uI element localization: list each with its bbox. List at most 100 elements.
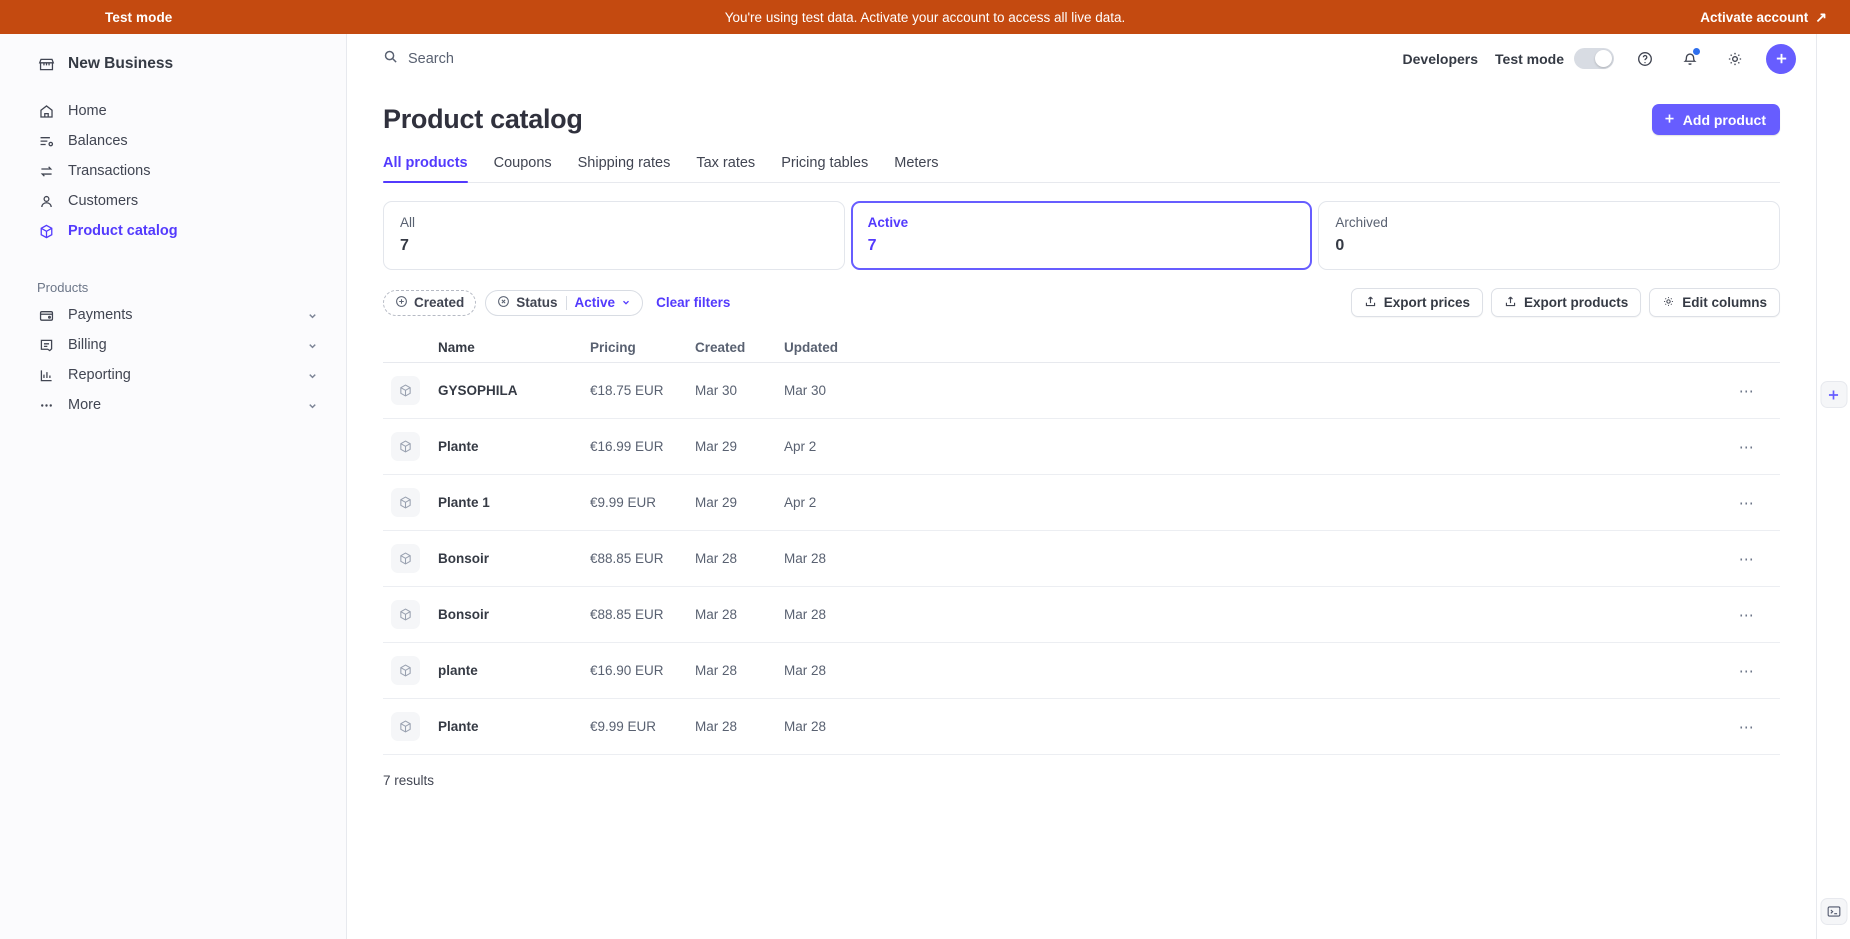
sidebar-item-product-catalog[interactable]: Product catalog — [14, 216, 332, 246]
row-icon-cell — [383, 600, 438, 629]
row-actions-cell: ⋯ — [904, 434, 1780, 460]
tab-coupons[interactable]: Coupons — [494, 155, 552, 182]
product-box-icon — [391, 376, 420, 405]
edit-columns-label: Edit columns — [1682, 295, 1767, 310]
table-row[interactable]: Plante €16.99 EUR Mar 29 Apr 2 ⋯ — [383, 419, 1780, 475]
row-created: Mar 29 — [695, 439, 738, 454]
help-circle-icon[interactable] — [1631, 45, 1659, 73]
sidebar-item-home[interactable]: Home — [14, 96, 332, 126]
overflow-menu-icon[interactable]: ⋯ — [1734, 378, 1760, 404]
table-row[interactable]: Bonsoir €88.85 EUR Mar 28 Mar 28 ⋯ — [383, 587, 1780, 643]
chevron-down-icon — [307, 310, 318, 321]
overflow-menu-icon[interactable]: ⋯ — [1734, 434, 1760, 460]
sidebar-item-more[interactable]: More — [14, 390, 332, 420]
table-row[interactable]: plante €16.90 EUR Mar 28 Mar 28 ⋯ — [383, 643, 1780, 699]
sidebar-item-balances[interactable]: Balances — [14, 126, 332, 156]
export-products-button[interactable]: Export products — [1490, 288, 1642, 317]
tab-all-products[interactable]: All products — [383, 155, 468, 183]
overflow-menu-icon[interactable]: ⋯ — [1734, 602, 1760, 628]
overflow-menu-icon[interactable]: ⋯ — [1734, 546, 1760, 572]
add-product-button[interactable]: Add product — [1651, 104, 1780, 135]
tab-bar: All products Coupons Shipping rates Tax … — [383, 155, 1780, 183]
status-card-row: All 7 Active 7 Archived 0 — [383, 201, 1781, 270]
table-row[interactable]: Bonsoir €88.85 EUR Mar 28 Mar 28 ⋯ — [383, 531, 1780, 587]
row-icon-cell — [383, 432, 438, 461]
table-actions: Export prices Export products Edit colum… — [1350, 288, 1780, 317]
table-row[interactable]: Plante €9.99 EUR Mar 28 Mar 28 ⋯ — [383, 699, 1780, 755]
sidebar-item-reporting[interactable]: Reporting — [14, 360, 332, 390]
row-updated: Apr 2 — [784, 495, 817, 510]
sidebar-label-payments: Payments — [68, 307, 133, 323]
sidebar-item-payments[interactable]: Payments — [14, 300, 332, 330]
bell-icon[interactable] — [1676, 45, 1704, 73]
tab-shipping-rates[interactable]: Shipping rates — [578, 155, 671, 182]
notification-badge — [1693, 47, 1700, 55]
row-pricing: €16.90 EUR — [590, 663, 664, 678]
test-mode-toggle[interactable] — [1574, 48, 1614, 69]
product-box-icon — [391, 432, 420, 461]
sidebar-item-billing[interactable]: Billing — [14, 330, 332, 360]
activate-account-link[interactable]: Activate account ↗ — [1700, 10, 1827, 25]
filter-status-chip[interactable]: Status Active — [485, 289, 644, 316]
export-prices-button[interactable]: Export prices — [1350, 288, 1483, 317]
sidebar-item-customers[interactable]: Customers — [14, 186, 332, 216]
row-updated: Apr 2 — [784, 439, 817, 454]
table-row[interactable]: GYSOPHILA €18.75 EUR Mar 30 Mar 30 ⋯ — [383, 363, 1780, 419]
filter-status-value: Active — [574, 295, 616, 310]
terminal-icon — [1827, 906, 1840, 917]
row-name: GYSOPHILA — [438, 383, 518, 398]
row-pricing: €88.85 EUR — [590, 607, 664, 622]
product-box-icon — [391, 712, 420, 741]
plus-circle-icon — [395, 295, 408, 311]
status-card-all[interactable]: All 7 — [383, 201, 845, 270]
row-actions-cell: ⋯ — [904, 602, 1780, 628]
sidebar-item-transactions[interactable]: Transactions — [14, 156, 332, 186]
row-pricing: €9.99 EUR — [590, 719, 657, 734]
rail-add-button[interactable] — [1820, 381, 1847, 408]
edit-columns-button[interactable]: Edit columns — [1649, 288, 1780, 317]
clear-filters-button[interactable]: Clear filters — [656, 295, 730, 310]
chip-divider — [565, 295, 567, 310]
test-mode-toggle-group: Test mode — [1495, 48, 1614, 69]
chevron-down-icon — [307, 400, 318, 411]
column-header-updated: Updated — [784, 340, 838, 355]
arrow-up-right-icon: ↗ — [1815, 9, 1827, 25]
product-box-icon — [391, 544, 420, 573]
row-created: Mar 28 — [695, 663, 738, 678]
overflow-menu-icon[interactable]: ⋯ — [1734, 658, 1760, 684]
row-created: Mar 28 — [695, 607, 738, 622]
tab-tax-rates[interactable]: Tax rates — [696, 155, 755, 182]
x-circle-icon — [497, 295, 510, 311]
status-card-archived[interactable]: Archived 0 — [1318, 201, 1781, 270]
balances-icon — [37, 132, 55, 150]
create-new-button[interactable] — [1766, 43, 1796, 74]
row-actions-cell: ⋯ — [904, 658, 1780, 684]
primary-nav: Home Balances Transactions Customers Pro… — [0, 96, 346, 420]
toggle-knob — [1595, 50, 1612, 67]
chevron-down-icon — [307, 340, 318, 351]
tab-meters[interactable]: Meters — [894, 155, 938, 182]
product-box-icon — [391, 656, 420, 685]
status-card-active[interactable]: Active 7 — [850, 201, 1313, 270]
column-header-pricing: Pricing — [590, 340, 636, 355]
search-input[interactable]: Search — [383, 49, 1403, 68]
overflow-menu-icon[interactable]: ⋯ — [1734, 490, 1760, 516]
status-card-active-value: 7 — [867, 237, 877, 254]
test-mode-banner: Test mode You're using test data. Activa… — [0, 0, 1850, 34]
business-switcher[interactable]: New Business — [14, 46, 332, 82]
row-updated: Mar 28 — [784, 719, 827, 734]
test-mode-message: You're using test data. Activate your ac… — [724, 9, 1126, 25]
tab-pricing-tables[interactable]: Pricing tables — [781, 155, 868, 182]
gear-icon[interactable] — [1721, 45, 1749, 73]
filter-created-chip[interactable]: Created — [383, 289, 477, 316]
test-mode-toggle-label: Test mode — [1495, 50, 1564, 67]
rail-terminal-button[interactable] — [1820, 898, 1847, 925]
product-box-icon — [391, 488, 420, 517]
table-header-row: Name Pricing Created Updated — [383, 333, 1780, 363]
more-dots-icon — [37, 396, 55, 414]
overflow-menu-icon[interactable]: ⋯ — [1734, 714, 1760, 740]
row-icon-cell — [383, 656, 438, 685]
row-actions-cell: ⋯ — [904, 378, 1780, 404]
developers-link[interactable]: Developers — [1403, 51, 1478, 67]
table-row[interactable]: Plante 1 €9.99 EUR Mar 29 Apr 2 ⋯ — [383, 475, 1780, 531]
